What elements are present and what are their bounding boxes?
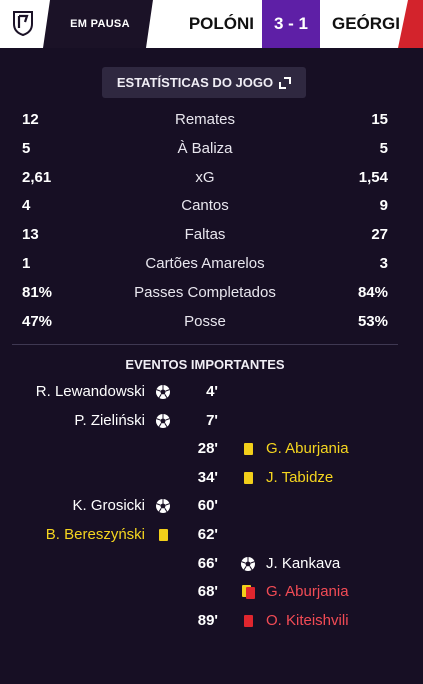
stat-away-value: 84% xyxy=(357,283,388,301)
event-player: P. Zieliński xyxy=(74,411,145,429)
event-player: K. Grosicki xyxy=(72,497,145,515)
event-row: 62' B. Bereszyński xyxy=(0,524,423,548)
event-row: 4' R. Lewandowski xyxy=(0,381,423,405)
event-player: G. Aburjania xyxy=(266,440,349,458)
event-minute: 66' xyxy=(197,554,218,572)
event-minute: 60' xyxy=(197,497,218,515)
stat-row: 47% Posse 53% xyxy=(22,313,388,333)
stat-away-value: 5 xyxy=(379,139,388,157)
yellow-card-icon xyxy=(240,441,256,457)
match-stats-button[interactable]: ESTATÍSTICAS DO JOGO xyxy=(102,67,306,98)
soccer-ball-icon xyxy=(155,413,171,429)
red-card-icon xyxy=(240,613,256,629)
event-minute: 89' xyxy=(197,611,218,629)
stat-label: À Baliza xyxy=(177,139,233,157)
event-minute: 4' xyxy=(206,383,218,400)
stat-label: Passes Completados xyxy=(134,283,276,301)
stat-away-value: 1,54 xyxy=(358,168,388,186)
event-row: 68' G. Aburjania xyxy=(0,581,423,605)
stat-away-value: 27 xyxy=(371,226,388,244)
event-row: 66' J. Kankava xyxy=(0,553,423,577)
event-minute: 28' xyxy=(197,440,218,458)
scoreboard-bar: EM PAUSA POLÓNI 3 - 1 GEÓRGI xyxy=(0,0,423,48)
stat-row: 12 Remates 15 xyxy=(22,111,388,131)
soccer-ball-icon xyxy=(240,556,256,572)
stat-away-value: 53% xyxy=(357,312,388,330)
event-minute: 62' xyxy=(197,526,218,543)
stat-away-value: 15 xyxy=(371,111,388,128)
stat-row: 13 Faltas 27 xyxy=(22,226,388,246)
event-player: B. Bereszyński xyxy=(45,526,145,543)
expand-icon xyxy=(279,76,292,89)
stat-row: 4 Cantos 9 xyxy=(22,197,388,217)
away-team-name: GEÓRGI xyxy=(320,0,410,48)
event-minute: 7' xyxy=(206,411,218,429)
event-row: 89' O. Kiteishvili xyxy=(0,610,423,634)
event-player: G. Aburjania xyxy=(266,583,349,601)
event-row: 7' P. Zieliński xyxy=(0,410,423,434)
match-status: EM PAUSA xyxy=(70,18,130,30)
stat-label: Remates xyxy=(174,111,236,128)
stat-label: xG xyxy=(195,168,215,186)
soccer-ball-icon xyxy=(155,384,171,400)
second-yellow-card-icon xyxy=(240,584,256,600)
event-minute: 68' xyxy=(197,583,218,601)
yellow-card-icon xyxy=(155,527,171,543)
event-player: R. Lewandowski xyxy=(35,383,145,400)
stat-away-value: 9 xyxy=(379,197,388,215)
event-row: 60' K. Grosicki xyxy=(0,495,423,519)
score: 3 - 1 xyxy=(262,0,320,48)
stat-label: Posse xyxy=(184,312,226,330)
competition-logo xyxy=(0,0,50,48)
event-minute: 34' xyxy=(197,468,218,486)
stat-label: Faltas xyxy=(184,226,226,244)
event-row: 28' G. Aburjania xyxy=(0,438,423,462)
stat-row: 2,61 xG 1,54 xyxy=(22,169,388,189)
stat-row: 1 Cartões Amarelos 3 xyxy=(22,255,388,275)
stat-label: Cantos xyxy=(181,197,229,215)
stat-label: Cartões Amarelos xyxy=(145,255,265,272)
stat-away-value: 3 xyxy=(379,255,388,272)
soccer-ball-icon xyxy=(155,498,171,514)
stat-row: 5À Baliza 5 xyxy=(22,140,388,160)
divider xyxy=(12,344,398,345)
yellow-card-icon xyxy=(240,470,256,486)
match-stats-title: ESTATÍSTICAS DO JOGO xyxy=(116,75,274,90)
event-player: O. Kiteishvili xyxy=(266,611,349,629)
home-team-name: POLÓNI xyxy=(146,0,262,48)
events-title: EVENTOS IMPORTANTES xyxy=(125,357,285,372)
event-player: J. Tabidze xyxy=(266,468,334,486)
event-player: J. Kankava xyxy=(266,554,341,572)
event-row: 34' J. Tabidze xyxy=(0,467,423,491)
stat-row: 81% Passes Completados 84% xyxy=(22,284,388,304)
competition-logo-icon xyxy=(13,11,33,36)
